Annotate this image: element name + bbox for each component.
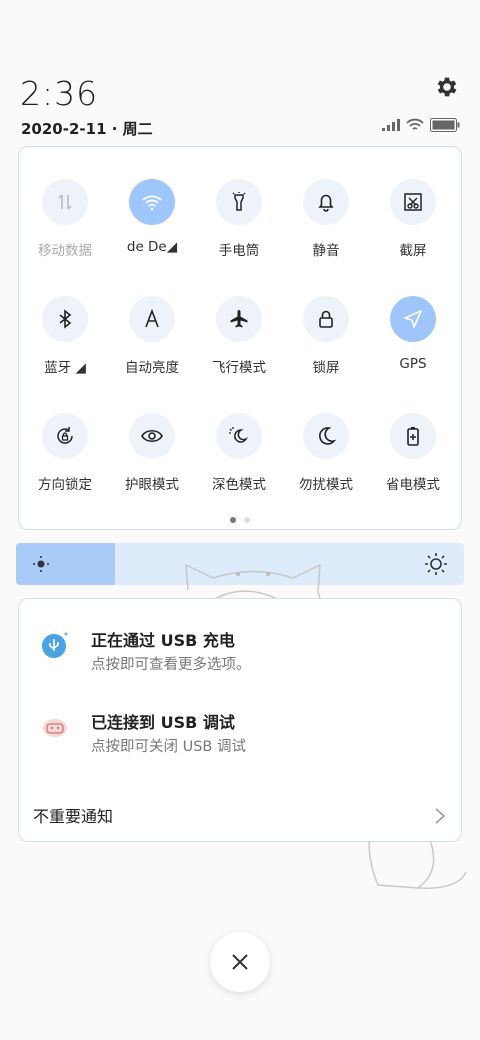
mobile-data-icon xyxy=(58,194,72,210)
lock-icon xyxy=(319,310,333,328)
bell-icon xyxy=(318,194,334,212)
page-indicator xyxy=(19,508,461,527)
notification-usb-charging[interactable]: 正在通过 USB 充电 点按即可查看更多选项。 xyxy=(41,627,441,677)
date-label: 2020-2-11 · 周二 xyxy=(21,120,153,138)
tile-label: GPS xyxy=(399,356,427,372)
notification-usb-debugging[interactable]: 已连接到 USB 调试 点按即可关闭 USB 调试 xyxy=(41,709,441,759)
wifi-icon xyxy=(142,195,162,211)
auto-brightness-icon xyxy=(145,308,159,328)
page-dot[interactable] xyxy=(230,517,236,523)
rotation-lock-icon xyxy=(57,427,73,444)
tile-label: 护眼模式 xyxy=(125,477,179,493)
tile-wifi[interactable]: de De◢ xyxy=(108,179,196,255)
clock-time: 2:36 xyxy=(20,74,99,113)
brightness-high-icon xyxy=(425,553,447,575)
eye-icon xyxy=(141,429,163,443)
tile-label: 截屏 xyxy=(399,243,427,259)
dark-mode-icon xyxy=(229,427,249,443)
tile-toggle[interactable] xyxy=(42,179,88,225)
tile-label: 深色模式 xyxy=(212,477,266,493)
android-debug-icon xyxy=(43,719,67,737)
tile-toggle[interactable] xyxy=(390,296,436,342)
brightness-low-icon xyxy=(33,556,49,572)
brightness-slider[interactable] xyxy=(16,543,464,585)
tile-toggle[interactable] xyxy=(216,413,262,459)
quick-settings-panel: 移动数据 de De◢ 手电筒 静音 截屏蓝牙 ◢ 自动亮度 飞行模式 锁屏 GPS 方向锁定 护眼… xyxy=(18,146,462,530)
chevron-right-icon[interactable] xyxy=(433,807,447,825)
tile-label: 自动亮度 xyxy=(125,360,179,376)
tile-toggle[interactable] xyxy=(129,179,175,225)
tile-label: 锁屏 xyxy=(312,360,340,376)
notification-title: 已连接到 USB 调试 xyxy=(91,713,235,732)
tile-battery-saver[interactable]: 省电模式 xyxy=(369,413,457,493)
tile-label: 飞行模式 xyxy=(212,360,266,376)
tile-bluetooth[interactable]: 蓝牙 ◢ xyxy=(21,296,109,376)
brightness-fill xyxy=(16,543,115,585)
tile-screenshot[interactable]: 截屏 xyxy=(369,179,457,259)
tile-label: 手电筒 xyxy=(218,243,260,259)
status-icons xyxy=(382,118,460,132)
tile-flashlight[interactable]: 手电筒 xyxy=(195,179,283,259)
signal-icon xyxy=(382,119,400,131)
notification-text: 点按即可查看更多选项。 xyxy=(91,657,251,673)
bluetooth-icon xyxy=(59,309,72,329)
close-icon xyxy=(232,954,248,970)
tile-toggle[interactable] xyxy=(42,296,88,342)
tile-toggle[interactable] xyxy=(303,296,349,342)
tile-label: de De◢ xyxy=(126,239,178,255)
gps-icon xyxy=(404,310,422,328)
tile-moon[interactable]: 勿扰模式 xyxy=(282,413,370,493)
notification-card: 正在通过 USB 充电 点按即可查看更多选项。 已连接到 USB 调试 点按即可… xyxy=(18,598,462,842)
tile-eye[interactable]: 护眼模式 xyxy=(108,413,196,493)
tile-bell[interactable]: 静音 xyxy=(282,179,370,259)
gear-icon[interactable] xyxy=(434,74,460,100)
moon-icon xyxy=(319,427,337,445)
tile-label: 静音 xyxy=(312,243,340,259)
tile-auto-brightness[interactable]: 自动亮度 xyxy=(108,296,196,376)
tile-toggle[interactable] xyxy=(216,296,262,342)
battery-saver-icon xyxy=(407,427,419,446)
tile-toggle[interactable] xyxy=(303,413,349,459)
tile-toggle[interactable] xyxy=(216,179,262,225)
tile-label: 蓝牙 ◢ xyxy=(44,360,86,376)
status-header: 2:36 2020-2-11 · 周二 xyxy=(20,74,460,138)
tile-toggle[interactable] xyxy=(129,413,175,459)
tile-toggle[interactable] xyxy=(129,296,175,342)
tile-label: 移动数据 xyxy=(38,243,92,259)
tile-label: 省电模式 xyxy=(386,477,440,493)
close-button[interactable] xyxy=(210,932,270,992)
usb-icon xyxy=(42,632,68,658)
flashlight-icon xyxy=(232,192,246,211)
tile-toggle[interactable] xyxy=(390,413,436,459)
tile-toggle[interactable] xyxy=(390,179,436,225)
tile-mobile-data[interactable]: 移动数据 xyxy=(21,179,109,259)
unimportant-notifications-label[interactable]: 不重要通知 xyxy=(33,803,113,827)
tile-dark-mode[interactable]: 深色模式 xyxy=(195,413,283,493)
tile-rotation-lock[interactable]: 方向锁定 xyxy=(21,413,109,493)
tile-lock[interactable]: 锁屏 xyxy=(282,296,370,376)
airplane-icon xyxy=(230,310,248,328)
tile-label: 方向锁定 xyxy=(38,477,92,493)
tile-gps[interactable]: GPS xyxy=(369,296,457,372)
tile-toggle[interactable] xyxy=(42,413,88,459)
wifi-status-icon xyxy=(406,118,424,130)
battery-icon xyxy=(430,118,460,132)
screenshot-icon xyxy=(404,193,422,211)
tile-label: 勿扰模式 xyxy=(299,477,353,493)
page-dot[interactable] xyxy=(244,517,250,523)
tile-airplane[interactable]: 飞行模式 xyxy=(195,296,283,376)
notification-text: 点按即可关闭 USB 调试 xyxy=(91,739,246,755)
notification-title: 正在通过 USB 充电 xyxy=(91,631,235,650)
tile-toggle[interactable] xyxy=(303,179,349,225)
